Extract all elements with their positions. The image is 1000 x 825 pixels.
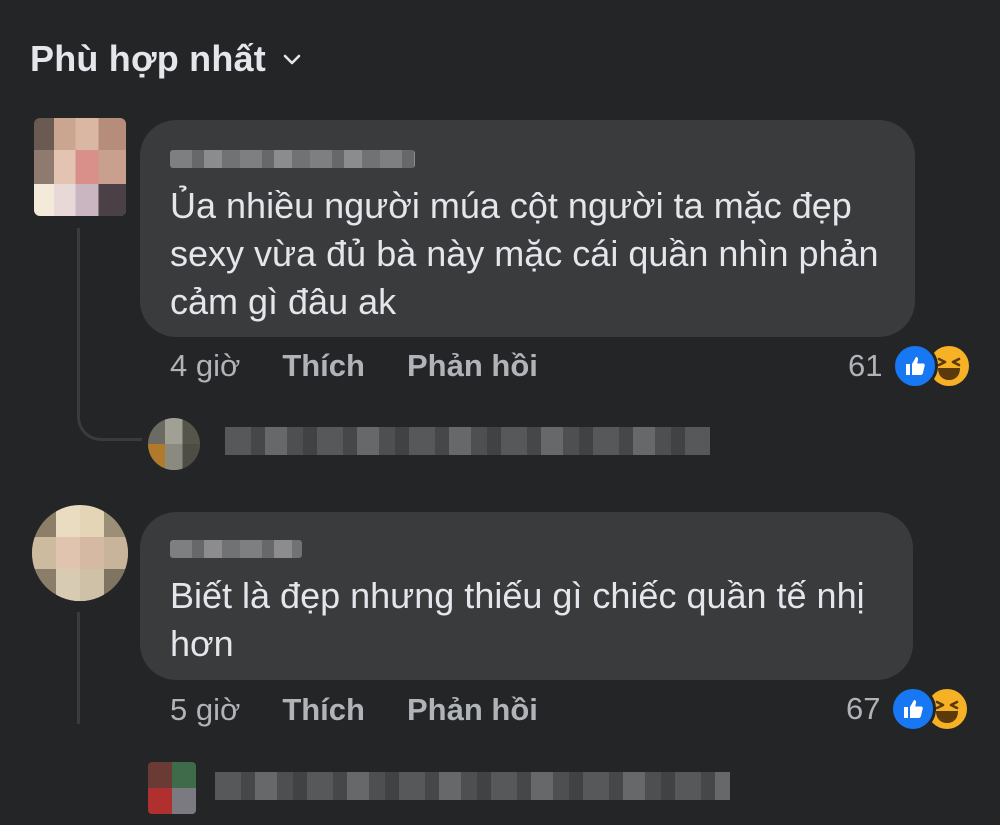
comment-line: sexy vừa đủ bà này mặc cái quần nhìn phả… xyxy=(170,233,879,274)
author-name[interactable] xyxy=(170,150,415,168)
comment-actions: 4 giờ Thích Phản hồi xyxy=(170,348,538,384)
comment-bubble: Biết là đẹp nhưng thiếu gì chiếc quần tế… xyxy=(140,512,913,680)
chevron-down-icon xyxy=(280,47,304,71)
reaction-count: 67 xyxy=(846,691,881,726)
comment-text: Ủa nhiều người múa cột người ta mặc đẹp … xyxy=(170,182,879,326)
like-button[interactable]: Thích xyxy=(282,348,365,384)
timestamp[interactable]: 5 giờ xyxy=(170,692,240,728)
like-button[interactable]: Thích xyxy=(282,692,365,728)
reply-preview-text xyxy=(225,427,710,455)
reaction-count: 61 xyxy=(848,348,883,383)
comment-line: Biết là đẹp nhưng thiếu gì chiếc quần tế… xyxy=(170,575,865,616)
reply-button[interactable]: Phản hồi xyxy=(407,692,538,728)
timestamp[interactable]: 4 giờ xyxy=(170,348,240,384)
reply-avatar xyxy=(148,762,196,814)
reply-button[interactable]: Phản hồi xyxy=(407,348,538,384)
thread-line xyxy=(77,228,142,441)
comment-line: cảm gì đâu ak xyxy=(170,281,397,322)
sort-dropdown[interactable]: Phù hợp nhất xyxy=(30,38,304,80)
comment-line: hơn xyxy=(170,623,234,664)
author-name[interactable] xyxy=(170,540,302,558)
reaction-summary[interactable]: 67 xyxy=(846,686,971,732)
avatar[interactable] xyxy=(32,505,128,601)
avatar[interactable] xyxy=(34,118,126,216)
reaction-summary[interactable]: 61 xyxy=(848,343,973,389)
reply-avatar xyxy=(148,418,200,470)
reply-preview-text xyxy=(215,772,730,800)
comment-line: Ủa nhiều người múa cột người ta mặc đẹp xyxy=(170,185,852,226)
sort-label: Phù hợp nhất xyxy=(30,38,266,79)
thread-line xyxy=(77,612,80,724)
comment-bubble: Ủa nhiều người múa cột người ta mặc đẹp … xyxy=(140,120,915,337)
comment-actions: 5 giờ Thích Phản hồi xyxy=(170,692,538,728)
comment-text: Biết là đẹp nhưng thiếu gì chiếc quần tế… xyxy=(170,572,865,668)
